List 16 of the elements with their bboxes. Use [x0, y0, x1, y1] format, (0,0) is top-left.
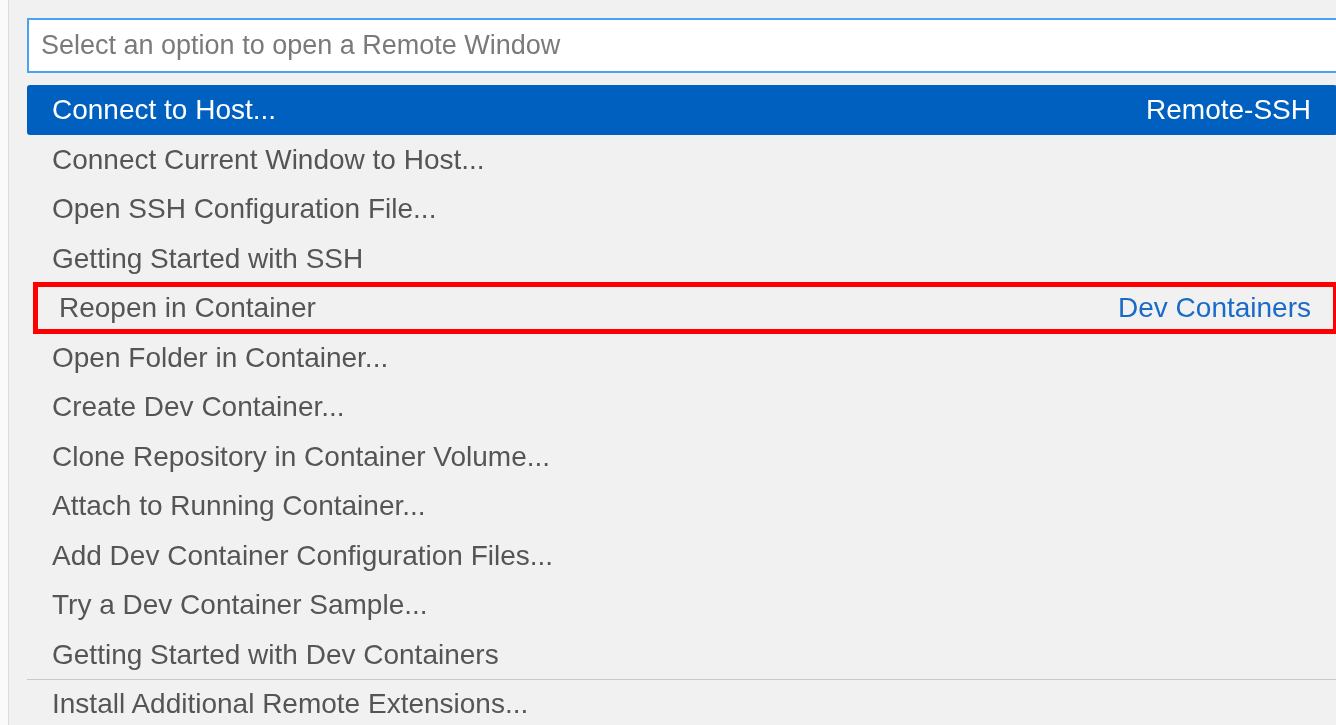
- group-label: Dev Containers: [1118, 291, 1311, 326]
- search-field[interactable]: Select an option to open a Remote Window: [27, 18, 1336, 73]
- list-item[interactable]: Clone Repository in Container Volume...: [27, 431, 1336, 481]
- list-item[interactable]: Getting Started with SSH: [27, 233, 1336, 283]
- list-item[interactable]: Add Dev Container Configuration Files...: [27, 530, 1336, 580]
- list-item[interactable]: Connect to Host... Remote-SSH: [27, 85, 1336, 135]
- list-item[interactable]: Try a Dev Container Sample...: [27, 580, 1336, 630]
- list-item[interactable]: Create Dev Container...: [27, 382, 1336, 432]
- list-item[interactable]: Reopen in Container Dev Containers: [34, 283, 1336, 333]
- list-item[interactable]: Open SSH Configuration File...: [27, 184, 1336, 234]
- group-label: Remote-SSH: [1146, 93, 1311, 128]
- list-item[interactable]: Open Folder in Container...: [27, 332, 1336, 382]
- list-item[interactable]: Connect Current Window to Host...: [27, 134, 1336, 184]
- list-item[interactable]: Getting Started with Dev Containers: [27, 629, 1336, 679]
- list-item[interactable]: Install Additional Remote Extensions...: [27, 679, 1336, 725]
- list-item[interactable]: Attach to Running Container...: [27, 481, 1336, 531]
